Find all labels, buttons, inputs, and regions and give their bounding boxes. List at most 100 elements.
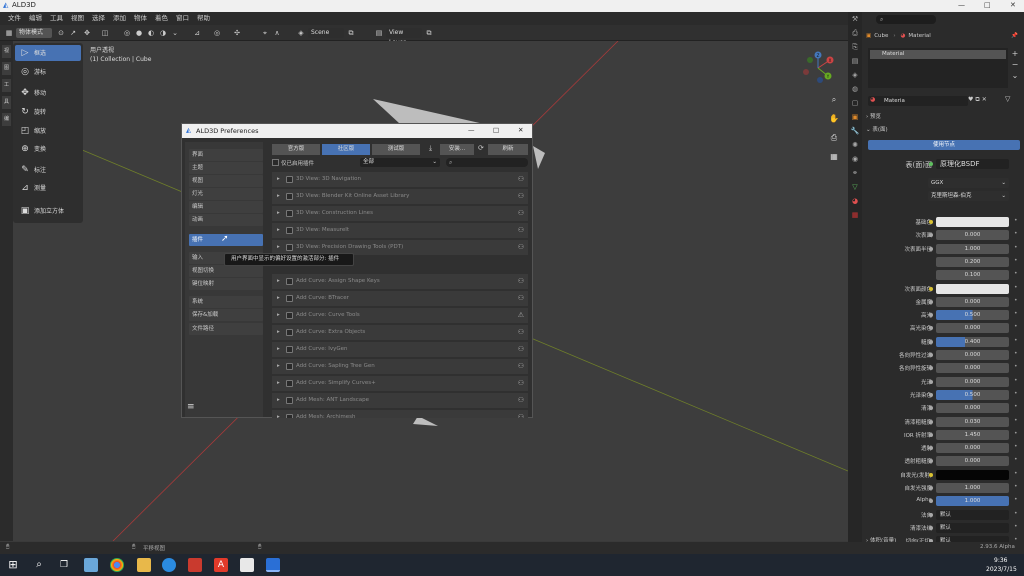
- socket-icon[interactable]: [929, 472, 933, 477]
- addon-row[interactable]: ▸ Add Curve: Curve Tools ⚠: [272, 308, 528, 323]
- decorator-dot-icon[interactable]: •: [1014, 417, 1018, 424]
- pref-nav-item[interactable]: 界面: [189, 149, 263, 161]
- pref-nav-item[interactable]: 动画: [189, 214, 263, 226]
- addon-enable-checkbox[interactable]: [286, 414, 293, 418]
- pref-nav-item[interactable]: 键位映射: [189, 278, 263, 290]
- addon-row[interactable]: ▸ 3D View: Construction Lines ⚇: [272, 206, 528, 221]
- socket-icon[interactable]: [929, 499, 933, 504]
- shading-options-icon[interactable]: ⌄: [170, 28, 180, 38]
- addon-source-tab[interactable]: 社区版: [322, 144, 370, 155]
- property-value[interactable]: 0.000: [936, 456, 1009, 467]
- orientation-icon[interactable]: ↗: [68, 28, 78, 38]
- socket-icon[interactable]: [929, 339, 933, 344]
- scene-tab-icon[interactable]: ◈: [850, 71, 860, 82]
- close-button[interactable]: ✕: [1010, 1, 1016, 9]
- pref-nav-item[interactable]: 灯光: [189, 188, 263, 200]
- decorator-dot-icon[interactable]: •: [1014, 350, 1018, 357]
- category-dropdown[interactable]: 全部 ⌄: [360, 158, 440, 167]
- dialog-maximize-button[interactable]: □: [493, 126, 499, 134]
- pref-nav-item[interactable]: 主题: [189, 162, 263, 174]
- socket-icon[interactable]: [929, 406, 933, 411]
- material-slot-list[interactable]: Material: [868, 48, 1008, 88]
- addon-row[interactable]: ▸ Add Curve: IvyGen ⚇: [272, 342, 528, 357]
- menu-view[interactable]: 视图: [67, 12, 88, 25]
- socket-icon[interactable]: [929, 313, 933, 318]
- file-explorer-icon[interactable]: [137, 558, 151, 572]
- menu-object[interactable]: 物体: [130, 12, 151, 25]
- property-value[interactable]: 0.100: [936, 270, 1009, 281]
- addon-row[interactable]: ▸ Add Mesh: ANT Landscape ⚇: [272, 393, 528, 408]
- scene-copy-icon[interactable]: ⧉: [346, 28, 356, 38]
- expand-arrow-icon[interactable]: ▸: [277, 274, 280, 289]
- gizmo-icon[interactable]: ✣: [232, 28, 242, 38]
- menu-edit[interactable]: 编辑: [25, 12, 46, 25]
- cursor-icon[interactable]: ⌖: [260, 28, 270, 38]
- view-layer-tab-icon[interactable]: ▤: [850, 57, 860, 68]
- use-nodes-button[interactable]: 使用节点: [868, 140, 1020, 150]
- proportional-icon[interactable]: ◎: [212, 28, 222, 38]
- addon-source-tab[interactable]: 测试版: [372, 144, 420, 155]
- decorator-dot-icon[interactable]: •: [1014, 323, 1018, 330]
- socket-icon[interactable]: [929, 366, 933, 371]
- socket-icon[interactable]: [929, 299, 933, 304]
- app-icon-3[interactable]: [188, 558, 202, 572]
- property-value[interactable]: 0.000: [936, 350, 1009, 360]
- render-tab-icon[interactable]: ⎙: [850, 29, 860, 40]
- slot-menu-icon[interactable]: ⌄: [1010, 70, 1020, 81]
- particles-tab-icon[interactable]: ✺: [850, 141, 860, 152]
- view-layer-field[interactable]: View Layer: [386, 28, 422, 46]
- property-value[interactable]: [936, 469, 1009, 480]
- expand-arrow-icon[interactable]: ▸: [277, 206, 280, 221]
- search-icon[interactable]: ⌕: [32, 558, 46, 572]
- property-value[interactable]: 0.500: [936, 310, 1009, 321]
- addon-row[interactable]: ▸ 3D View: MeasureIt ⚇: [272, 223, 528, 238]
- decorator-dot-icon[interactable]: •: [1014, 510, 1018, 517]
- addon-enable-checkbox[interactable]: [286, 295, 293, 302]
- material-tab-icon[interactable]: ◕: [850, 197, 860, 208]
- expand-arrow-icon[interactable]: ▸: [277, 325, 280, 340]
- tool-measure[interactable]: ⊿ 测量: [15, 180, 81, 196]
- tool-move[interactable]: ✥ 移动: [15, 85, 81, 101]
- install-button[interactable]: 安装...: [440, 144, 474, 155]
- socket-icon[interactable]: [929, 379, 933, 384]
- pin-icon[interactable]: 📌: [1011, 33, 1018, 39]
- editor-type-icon[interactable]: ▦: [4, 28, 14, 38]
- tab-edit[interactable]: 编: [2, 113, 11, 126]
- transform-icon[interactable]: ✥: [82, 28, 92, 38]
- property-value[interactable]: 1.000: [936, 483, 1009, 493]
- decorator-dot-icon[interactable]: •: [1014, 297, 1018, 304]
- decorator-dot-icon[interactable]: •: [1014, 496, 1018, 503]
- decorator-dot-icon[interactable]: •: [1014, 244, 1018, 251]
- remove-slot-button[interactable]: −: [1010, 59, 1020, 70]
- pref-nav-item[interactable]: 文件路径: [189, 323, 263, 335]
- socket-icon[interactable]: [929, 419, 933, 424]
- addon-enable-checkbox[interactable]: [286, 397, 293, 404]
- property-value[interactable]: 1.000: [936, 243, 1009, 254]
- maximize-button[interactable]: □: [984, 1, 991, 9]
- menu-tools[interactable]: 工具: [46, 12, 67, 25]
- socket-icon[interactable]: [929, 512, 933, 517]
- app-icon-1[interactable]: [84, 558, 98, 572]
- decorator-dot-icon[interactable]: •: [1014, 363, 1018, 370]
- property-value[interactable]: 0.030: [936, 416, 1009, 427]
- tab-item[interactable]: 图: [2, 62, 11, 75]
- pref-nav-item[interactable]: 视图: [189, 175, 263, 187]
- expand-arrow-icon[interactable]: ▸: [277, 376, 280, 391]
- decorator-dot-icon[interactable]: •: [1014, 257, 1018, 264]
- addon-enable-checkbox[interactable]: [286, 278, 293, 285]
- decorator-dot-icon[interactable]: •: [1014, 377, 1018, 384]
- addon-enable-checkbox[interactable]: [286, 380, 293, 387]
- decorator-dot-icon[interactable]: •: [1014, 270, 1018, 277]
- tool-transform[interactable]: ⊕ 变换: [15, 141, 81, 157]
- decorator-dot-icon[interactable]: •: [1014, 523, 1018, 530]
- tab-view[interactable]: 视: [2, 45, 11, 58]
- socket-icon[interactable]: [929, 392, 933, 397]
- addon-enable-checkbox[interactable]: [286, 244, 293, 251]
- tool-rotate[interactable]: ↻ 旋转: [15, 104, 81, 120]
- tab-tool-2[interactable]: 具: [2, 96, 11, 109]
- property-value[interactable]: 0.000: [936, 323, 1009, 334]
- socket-icon[interactable]: [929, 246, 933, 251]
- hamburger-menu-icon[interactable]: ≡: [187, 402, 195, 412]
- zoom-icon[interactable]: ⌕: [828, 90, 840, 109]
- property-value[interactable]: 0.000: [936, 403, 1009, 414]
